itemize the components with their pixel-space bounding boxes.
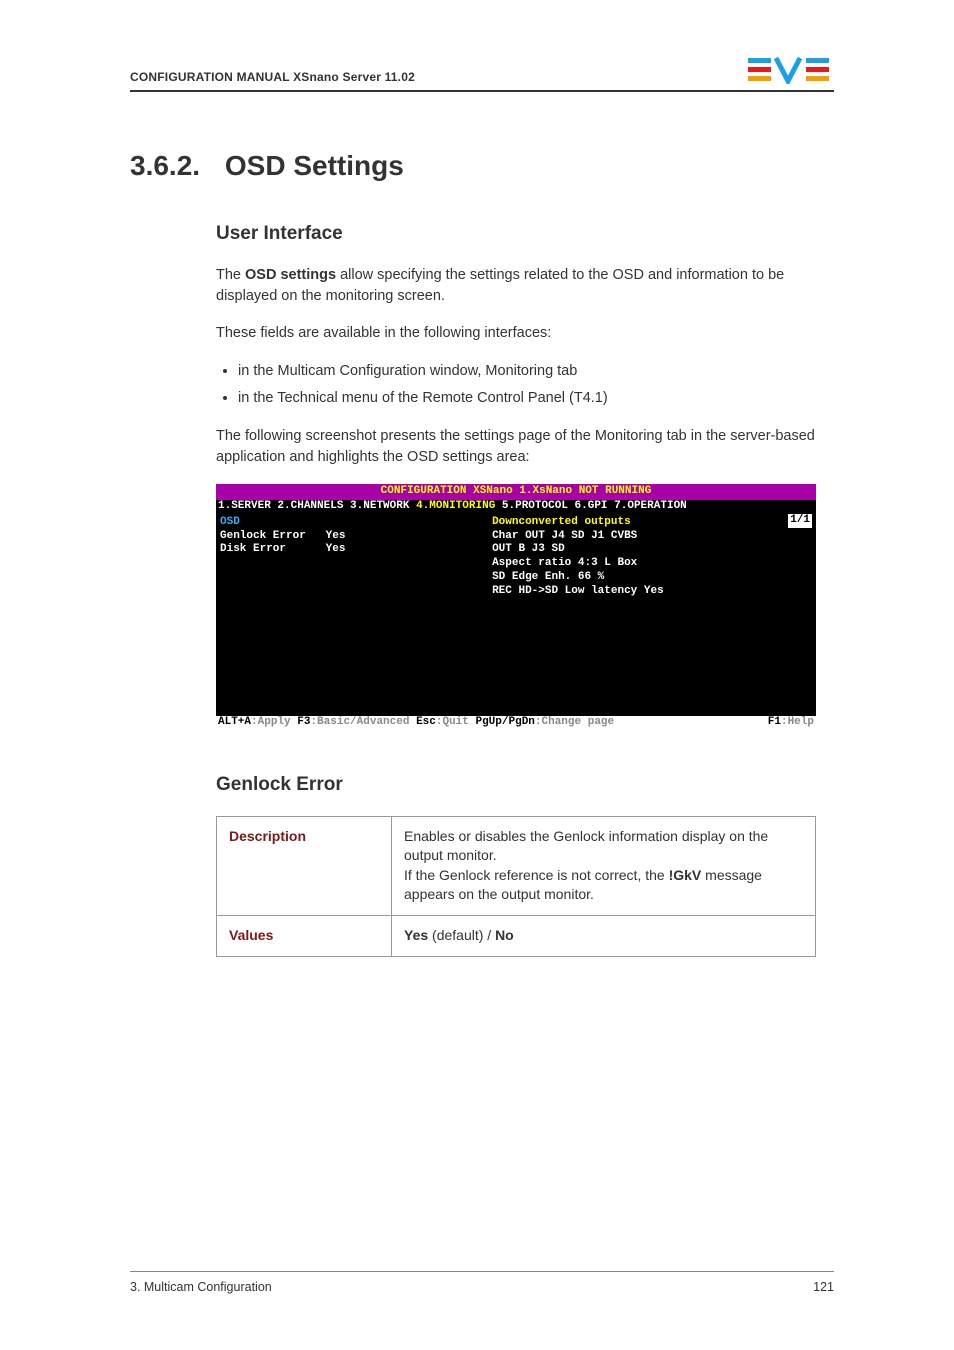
evs-logo	[748, 56, 834, 84]
downconverted-box: Downconverted outputs Char OUT J4 SD J1 …	[492, 516, 664, 599]
dc-row-1: Char OUT J4 SD J1 CVBS	[492, 530, 664, 544]
osd-header: OSD	[220, 516, 345, 530]
product-name: XSnano Server 11.02	[293, 70, 415, 84]
osd-row-1: Genlock Error Yes	[220, 530, 345, 544]
page-footer: 3. Multicam Configuration 121	[130, 1271, 834, 1294]
ss-body: 1/1 OSD Genlock Error Yes Disk Error Yes…	[216, 514, 816, 716]
section-title: OSD Settings	[225, 150, 404, 181]
genlock-heading: Genlock Error	[216, 774, 834, 796]
manual-name: CONFIGURATION MANUAL	[130, 70, 290, 84]
values-key: Values	[217, 916, 392, 957]
ss-tabs: 1.SERVER 2.CHANNELS 3.NETWORK 4.MONITORI…	[216, 500, 816, 514]
genlock-table: Description Enables or disables the Genl…	[216, 816, 816, 957]
dc-row-5: REC HD->SD Low latency Yes	[492, 585, 664, 599]
ss-footer: ALT+A:Apply F3:Basic/Advanced Esc:Quit P…	[216, 716, 816, 730]
osd-box: OSD Genlock Error Yes Disk Error Yes	[220, 516, 345, 557]
config-screenshot: CONFIGURATION XSNano 1.XsNano NOT RUNNIN…	[216, 484, 816, 729]
footer-left: 3. Multicam Configuration	[130, 1280, 272, 1294]
dc-row-3: Aspect ratio 4:3 L Box	[492, 557, 664, 571]
bullet-2: in the Technical menu of the Remote Cont…	[238, 387, 834, 410]
dc-row-4: SD Edge Enh. 66 %	[492, 571, 664, 585]
dc-row-2: OUT B J3 SD	[492, 543, 664, 557]
page-header: CONFIGURATION MANUAL XSnano Server 11.02	[130, 56, 834, 92]
ui-bullets: in the Multicam Configuration window, Mo…	[216, 360, 834, 410]
values-value: Yes (default) / No	[392, 916, 816, 957]
table-row: Values Yes (default) / No	[217, 916, 816, 957]
ss-titlebar: CONFIGURATION XSNano 1.XsNano NOT RUNNIN…	[216, 484, 816, 500]
desc-value: Enables or disables the Genlock informat…	[392, 816, 816, 915]
ui-paragraph-3: The following screenshot presents the se…	[216, 426, 834, 468]
bullet-1: in the Multicam Configuration window, Mo…	[238, 360, 834, 383]
ui-paragraph-2: These fields are available in the follow…	[216, 323, 834, 344]
dc-header: Downconverted outputs	[492, 516, 664, 530]
osd-row-2: Disk Error Yes	[220, 543, 345, 557]
desc-key: Description	[217, 816, 392, 915]
section-heading: 3.6.2. OSD Settings	[130, 146, 834, 183]
page-number: 121	[813, 1280, 834, 1294]
ui-heading: User Interface	[216, 223, 834, 245]
table-row: Description Enables or disables the Genl…	[217, 816, 816, 915]
section-number: 3.6.2.	[130, 150, 216, 182]
header-text: CONFIGURATION MANUAL XSnano Server 11.02	[130, 70, 415, 84]
ui-paragraph-1: The OSD settings allow specifying the se…	[216, 265, 834, 307]
ss-pager: 1/1	[788, 514, 812, 528]
